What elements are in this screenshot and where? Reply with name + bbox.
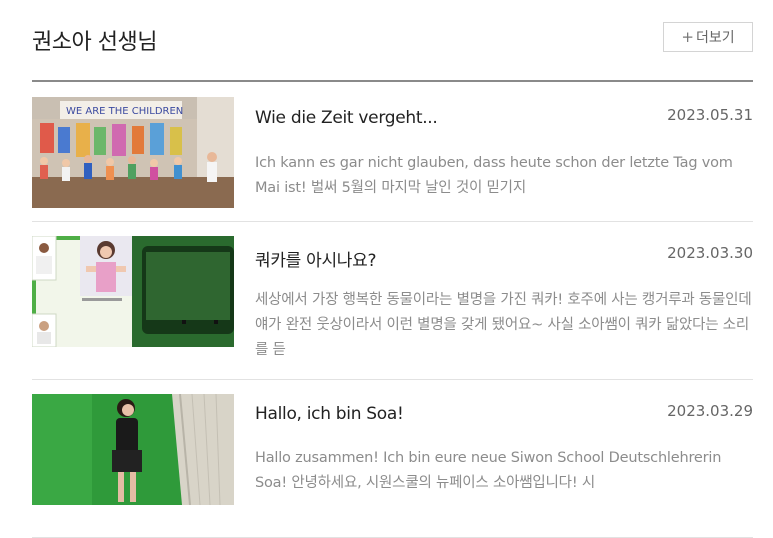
post-list: WE ARE THE CHILDREN Wie die Zeit vergeht… [32, 82, 753, 538]
post-excerpt[interactable]: 세상에서 가장 행복한 동물이라는 별명을 가진 쿼카! 호주에 사는 캥거루과… [255, 288, 753, 363]
post-title[interactable]: Hallo, ich bin Soa! [255, 404, 404, 424]
kids-stage-photo: WE ARE THE CHILDREN [32, 97, 234, 208]
lecture-screen-photo [32, 236, 234, 347]
plus-icon: + [681, 28, 694, 46]
post-title[interactable]: Wie die Zeit vergeht... [255, 108, 438, 128]
post-title[interactable]: 쿼카를 아시나요? [255, 246, 377, 271]
greenscreen-photo [32, 394, 234, 505]
post-date: 2023.03.30 [667, 244, 753, 262]
post-excerpt[interactable]: Hallo zusammen! Ich bin eure neue Siwon … [255, 446, 753, 496]
post-date: 2023.05.31 [667, 106, 753, 124]
more-button[interactable]: + 더보기 [663, 22, 753, 52]
more-button-label: 더보기 [695, 30, 735, 46]
post-thumbnail[interactable] [32, 394, 234, 505]
post-item[interactable]: 쿼카를 아시나요? 2023.03.30 세상에서 가장 행복한 동물이라는 별… [32, 222, 753, 380]
section-title: 권소아 선생님 [32, 30, 157, 55]
banner-text: WE ARE THE CHILDREN [66, 106, 183, 117]
post-thumbnail[interactable] [32, 236, 234, 347]
post-excerpt[interactable]: Ich kann es gar nicht glauben, dass heut… [255, 151, 753, 201]
post-item[interactable]: WE ARE THE CHILDREN Wie die Zeit vergeht… [32, 82, 753, 222]
post-thumbnail[interactable]: WE ARE THE CHILDREN [32, 97, 234, 208]
section-header: 권소아 선생님 + 더보기 [32, 20, 753, 60]
post-date: 2023.03.29 [667, 402, 753, 420]
post-item[interactable]: Hallo, ich bin Soa! 2023.03.29 Hallo zus… [32, 380, 753, 538]
